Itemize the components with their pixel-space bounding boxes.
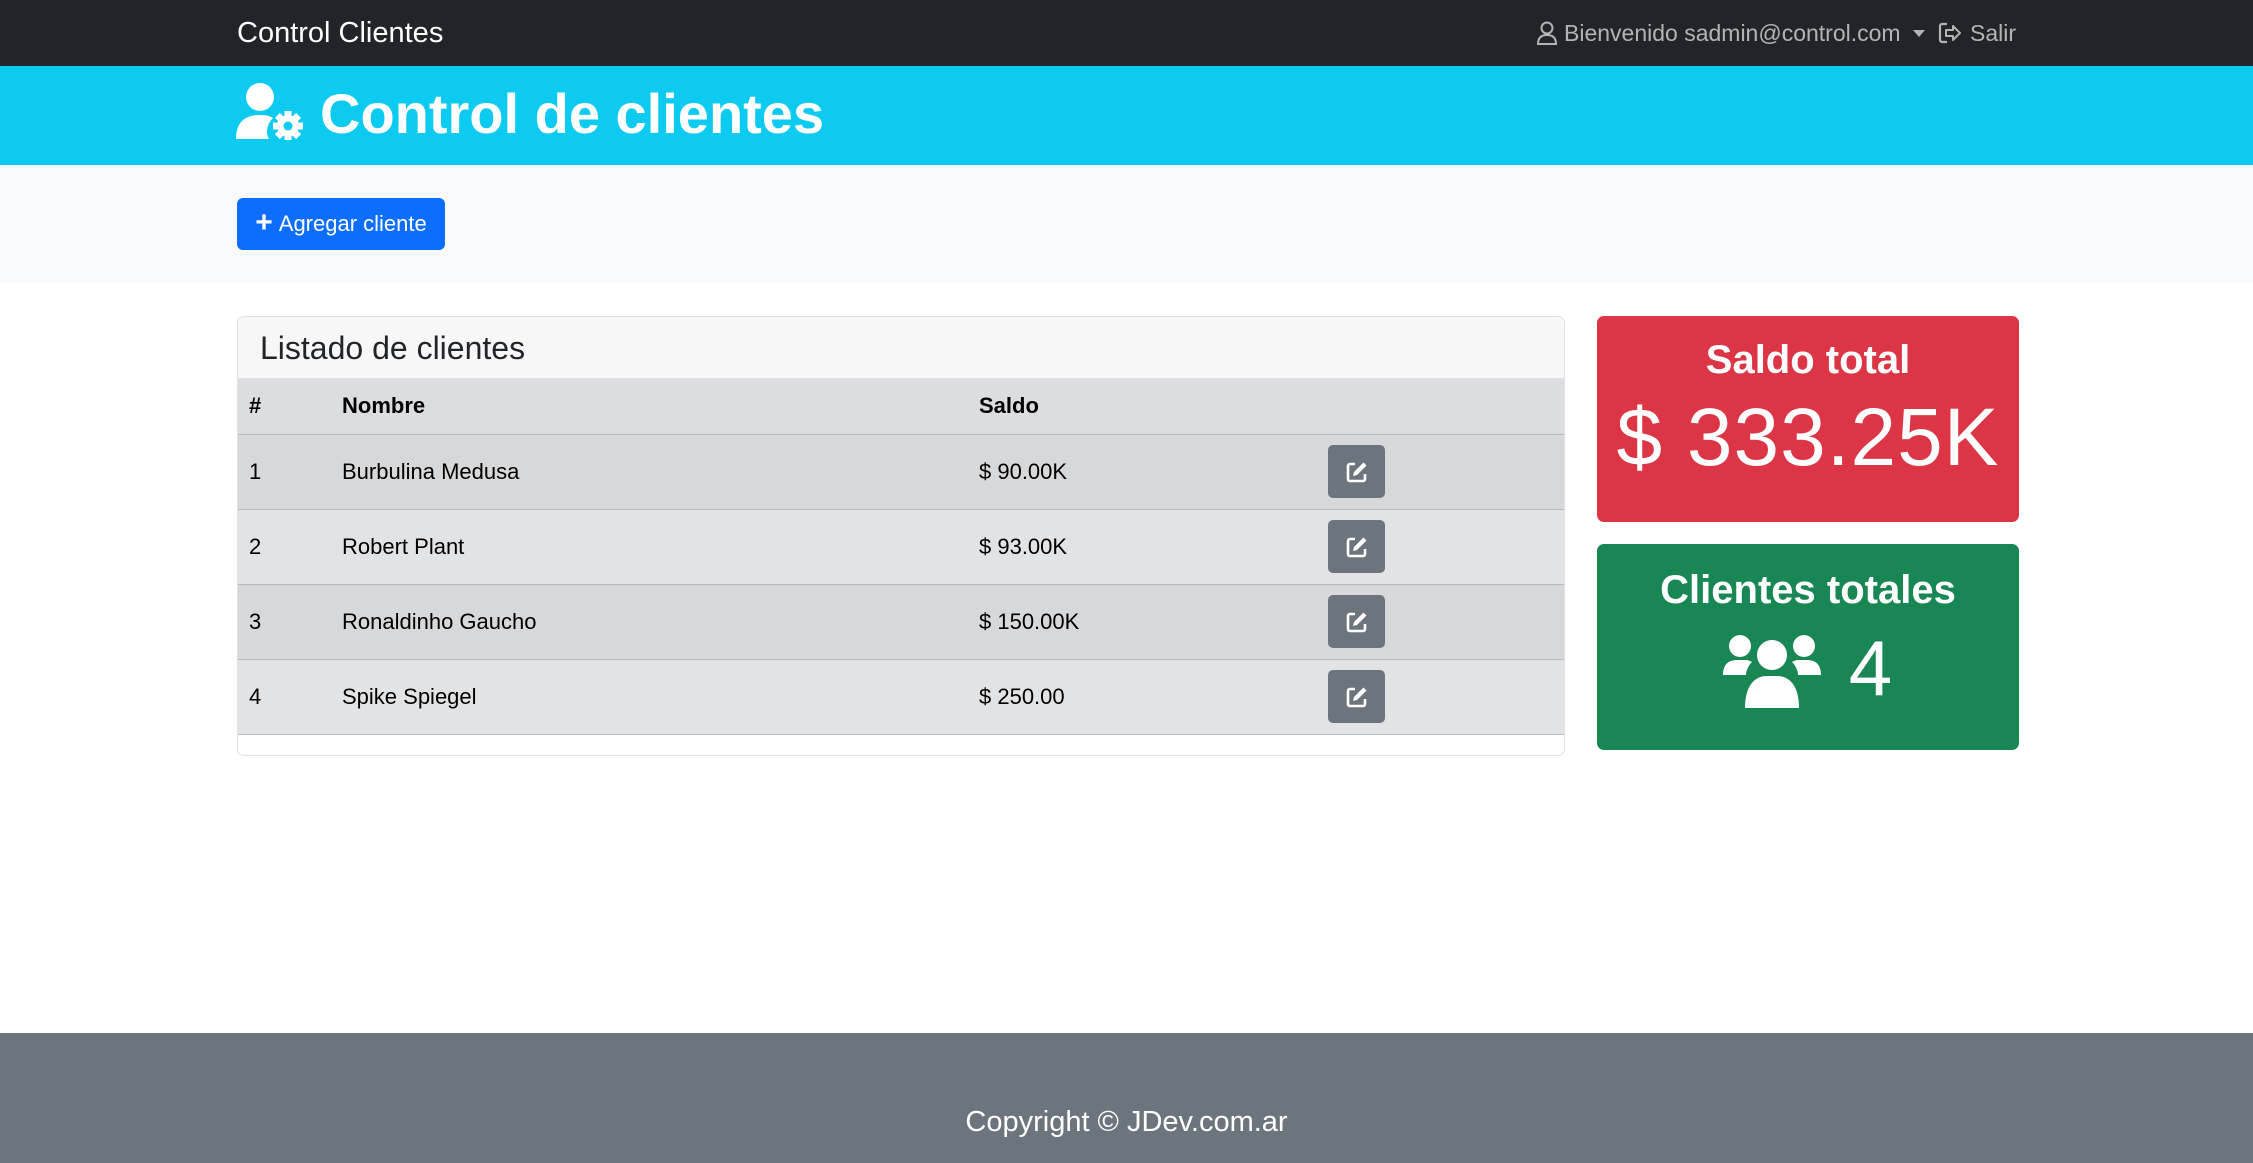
row-balance: $ 150.00K (979, 608, 1080, 634)
user-dropdown-label: Bienvenido sadmin@control.com (1564, 19, 1901, 46)
total-balance-card: Saldo total $ 333.25K (1597, 316, 2019, 522)
table-row: 4 Spike Spiegel $ 250.00 (238, 659, 1564, 734)
logout-icon (1938, 22, 1961, 44)
column-header-name: Nombre (342, 393, 426, 419)
row-name: Robert Plant (342, 533, 465, 559)
add-client-label: Agregar cliente (278, 211, 427, 236)
row-number: 3 (249, 608, 262, 634)
plus-icon: + (255, 205, 273, 239)
brand-link[interactable]: Control Clientes (237, 0, 443, 66)
actions-bar: + Agregar cliente (0, 165, 2253, 282)
edit-icon (1346, 537, 1366, 557)
table-row: 3 Ronaldinho Gaucho $ 150.00K (238, 584, 1564, 659)
total-balance-title: Saldo total (1705, 338, 1911, 382)
table-row: 1 Burbulina Medusa $ 90.00K (238, 434, 1564, 509)
row-balance: $ 93.00K (979, 533, 1068, 559)
footer-copyright: Copyright © JDev.com.ar (965, 1106, 1288, 1138)
navbar: Control Clientes Bienvenido sadmin@contr… (0, 0, 2253, 66)
column-header-actions (1328, 379, 1564, 434)
edit-client-button[interactable] (1328, 670, 1385, 723)
edit-client-button[interactable] (1328, 595, 1385, 648)
column-header-number: # (249, 393, 262, 419)
table-row: 2 Robert Plant $ 93.00K (238, 509, 1564, 584)
row-number: 1 (249, 458, 262, 484)
chevron-down-icon (1912, 29, 1925, 37)
row-name: Spike Spiegel (342, 683, 477, 709)
row-balance: $ 250.00 (979, 683, 1065, 709)
edit-icon (1346, 687, 1366, 707)
total-clients-title: Clientes totales (1660, 568, 1956, 612)
page-header: Control de clientes (0, 66, 2253, 165)
table-header-row: # Nombre Saldo (238, 379, 1564, 434)
clients-card-title: Listado de clientes (238, 317, 1564, 379)
add-client-button[interactable]: + Agregar cliente (237, 198, 445, 250)
page-title: Control de clientes (320, 82, 825, 145)
row-number: 2 (249, 533, 262, 559)
user-gear-icon (236, 83, 303, 140)
logout-label: Salir (1970, 19, 2017, 46)
logout-link[interactable]: Salir (1938, 0, 2016, 66)
clients-card: Listado de clientes # Nombre Saldo 1 Bur… (237, 316, 1565, 756)
footer: Copyright © JDev.com.ar (0, 1033, 2253, 1163)
edit-client-button[interactable] (1328, 520, 1385, 573)
row-name: Ronaldinho Gaucho (342, 608, 537, 634)
edit-icon (1346, 462, 1366, 482)
user-dropdown[interactable]: Bienvenido sadmin@control.com (1536, 0, 1925, 66)
total-clients-card: Clientes totales 4 (1597, 544, 2019, 750)
edit-icon (1346, 612, 1366, 632)
edit-client-button[interactable] (1328, 445, 1385, 498)
total-clients-value: 4 (1848, 624, 1894, 712)
row-name: Burbulina Medusa (342, 458, 520, 484)
clients-table: # Nombre Saldo 1 Burbulina Medusa $ 90.0… (238, 379, 1564, 735)
total-balance-value: $ 333.25K (1616, 392, 2000, 483)
column-header-balance: Saldo (979, 393, 1039, 419)
users-group-icon (1722, 634, 1821, 708)
row-balance: $ 90.00K (979, 458, 1068, 484)
row-number: 4 (249, 683, 262, 709)
user-outline-icon (1536, 21, 1558, 45)
